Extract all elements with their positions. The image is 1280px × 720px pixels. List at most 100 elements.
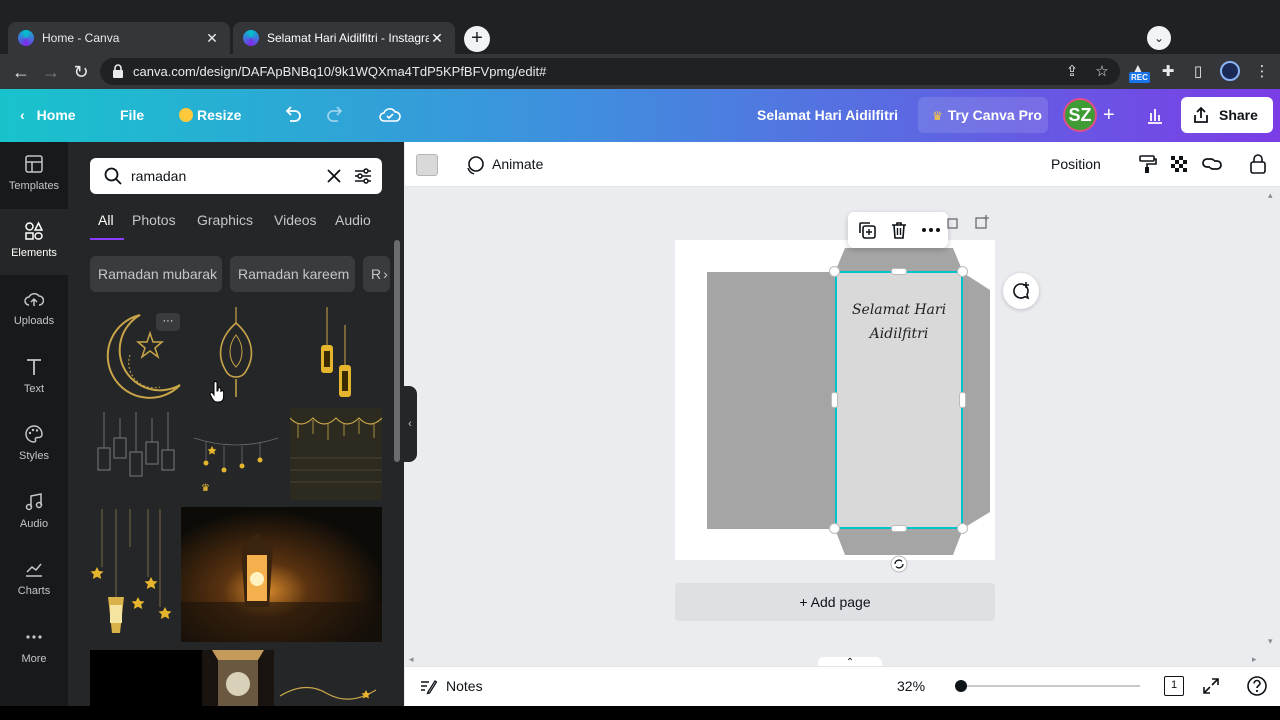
rotate-handle-icon[interactable]: [890, 555, 908, 573]
rail-item-more[interactable]: More: [0, 615, 68, 681]
cloud-saved-icon[interactable]: [378, 104, 402, 126]
lock-icon[interactable]: [112, 64, 124, 78]
islamic-pattern-graphic[interactable]: [290, 408, 382, 500]
tab-close-icon[interactable]: ✕: [429, 30, 445, 47]
more-options-dots-icon[interactable]: [921, 220, 941, 240]
bookmark-star-icon[interactable]: ☆: [1092, 62, 1112, 82]
resize-handle-bottom-left[interactable]: [829, 523, 840, 534]
resize-handle-top[interactable]: [891, 268, 907, 275]
page-count-button[interactable]: 1: [1164, 676, 1184, 696]
extensions-puzzle-icon[interactable]: ✚: [1158, 62, 1178, 82]
invite-plus-button[interactable]: +: [1103, 89, 1115, 142]
tab-all[interactable]: All: [98, 212, 114, 228]
trash-delete-icon[interactable]: [889, 220, 909, 240]
rail-item-elements[interactable]: Elements: [0, 209, 68, 275]
side-panel-icon[interactable]: ▯: [1188, 62, 1208, 82]
hanging-lanterns-graphic[interactable]: [290, 305, 382, 401]
redo-icon[interactable]: [326, 105, 346, 125]
rail-item-styles[interactable]: Styles: [0, 412, 68, 478]
resize-handle-left[interactable]: [831, 392, 838, 408]
share-page-icon[interactable]: ⇪: [1062, 62, 1082, 82]
filter-sliders-icon[interactable]: [353, 166, 373, 186]
add-page-plus-icon[interactable]: [974, 214, 990, 230]
resize-handle-right[interactable]: [959, 392, 966, 408]
zoom-slider-knob[interactable]: [955, 680, 967, 692]
scroll-right-arrow-icon[interactable]: ▸: [1252, 654, 1257, 665]
browser-tab-home[interactable]: Home - Canva ✕: [8, 22, 230, 54]
help-question-icon[interactable]: [1246, 675, 1268, 697]
animate-icon[interactable]: [464, 154, 486, 176]
design-title[interactable]: Selamat Hari Aidilfitri: [757, 89, 898, 142]
envelope-left-panel[interactable]: [707, 272, 836, 529]
card-greeting-text[interactable]: Selamat Hari Aidilfitri: [838, 298, 960, 346]
insights-chart-icon[interactable]: [1145, 105, 1165, 125]
notes-icon[interactable]: [419, 677, 437, 695]
forward-arrow-icon[interactable]: →: [40, 61, 62, 83]
scroll-left-arrow-icon[interactable]: ◂: [409, 654, 414, 665]
try-canva-pro-button[interactable]: ♛ Try Canva Pro: [918, 97, 1048, 133]
rail-item-templates[interactable]: Templates: [0, 142, 68, 208]
scroll-down-arrow-icon[interactable]: ▾: [1268, 636, 1273, 647]
rail-item-charts[interactable]: Charts: [0, 547, 68, 613]
resize-handle-bottom-right[interactable]: [957, 523, 968, 534]
add-page-button[interactable]: + Add page: [675, 583, 995, 621]
notes-button[interactable]: Notes: [446, 678, 483, 694]
lantern-photo-2[interactable]: [202, 650, 274, 706]
undo-icon[interactable]: [282, 105, 302, 125]
rail-item-text[interactable]: Text: [0, 345, 68, 411]
collapse-panel-chevron-icon[interactable]: ‹: [403, 386, 417, 462]
new-tab-button[interactable]: +: [464, 26, 490, 52]
suggestion-chip[interactable]: Ramadan kareem: [230, 256, 355, 292]
envelope-bottom-flap[interactable]: [835, 529, 963, 555]
browser-tab-design[interactable]: Selamat Hari Aidilfitri - Instagram ✕: [233, 22, 455, 54]
panel-scrollbar[interactable]: [394, 240, 400, 462]
user-avatar[interactable]: SZ: [1063, 98, 1097, 132]
resize-button[interactable]: Resize: [179, 89, 241, 142]
profile-avatar[interactable]: [1220, 61, 1240, 81]
chrome-menu-icon[interactable]: ⋮: [1252, 62, 1272, 82]
resize-handle-bottom[interactable]: [891, 525, 907, 532]
resize-handle-top-left[interactable]: [829, 266, 840, 277]
tab-photos[interactable]: Photos: [132, 212, 176, 228]
more-options-button[interactable]: ···: [156, 313, 180, 331]
transparency-checker-icon[interactable]: [1169, 154, 1189, 174]
add-comment-button[interactable]: [1003, 273, 1039, 309]
tab-audio[interactable]: Audio: [335, 212, 371, 228]
zoom-level[interactable]: 32%: [897, 678, 925, 694]
ornate-lantern-graphic[interactable]: [190, 305, 282, 401]
gold-swirl-ornament-graphic[interactable]: [276, 650, 382, 706]
home-button[interactable]: ‹ Home: [20, 89, 76, 142]
file-menu-button[interactable]: File: [120, 89, 144, 142]
lantern-photo[interactable]: [181, 507, 382, 642]
tab-search-chevron-icon[interactable]: ⌄: [1147, 26, 1171, 50]
resize-handle-top-right[interactable]: [957, 266, 968, 277]
position-button[interactable]: Position: [1051, 156, 1101, 172]
share-button[interactable]: Share: [1181, 97, 1273, 133]
tab-close-icon[interactable]: ✕: [204, 30, 220, 47]
suggestion-chip-partial[interactable]: R ›: [363, 256, 390, 292]
lock-element-icon[interactable]: [1249, 153, 1267, 175]
back-arrow-icon[interactable]: ←: [10, 61, 32, 83]
copy-style-paint-roller-icon[interactable]: [1137, 154, 1157, 174]
tab-graphics[interactable]: Graphics: [197, 212, 253, 228]
zoom-slider-track[interactable]: [960, 685, 1140, 687]
fill-color-swatch[interactable]: [416, 154, 438, 176]
rail-item-uploads[interactable]: Uploads: [0, 277, 68, 343]
page-copy-icon[interactable]: [945, 216, 959, 230]
clear-search-close-icon[interactable]: [326, 168, 342, 184]
link-icon[interactable]: [1201, 154, 1223, 174]
moon-stars-lantern-graphic[interactable]: [90, 507, 174, 642]
reload-icon[interactable]: ↻: [70, 61, 92, 83]
tab-videos[interactable]: Videos: [274, 212, 317, 228]
animate-button[interactable]: Animate: [492, 156, 543, 172]
url-text[interactable]: canva.com/design/DAFApBNBq10/9k1WQXma4Td…: [133, 64, 546, 79]
scroll-up-arrow-icon[interactable]: ▴: [1268, 190, 1273, 201]
search-value[interactable]: ramadan: [131, 168, 186, 184]
dark-photo-thumbnail[interactable]: [90, 650, 202, 706]
rail-item-audio[interactable]: Audio: [0, 480, 68, 546]
suggestion-chip[interactable]: Ramadan mubarak: [90, 256, 222, 292]
fullscreen-expand-icon[interactable]: [1202, 677, 1220, 695]
duplicate-icon[interactable]: [857, 220, 877, 240]
outline-lanterns-graphic[interactable]: [90, 408, 182, 500]
envelope-right-flap[interactable]: [962, 272, 990, 529]
